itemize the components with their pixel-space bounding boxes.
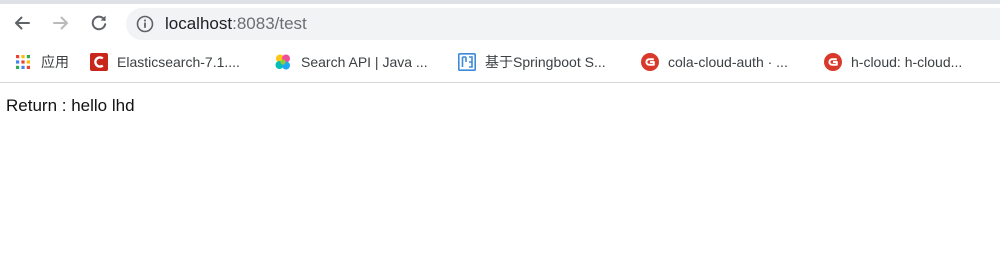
jianshu-icon [458, 53, 476, 71]
address-bar[interactable]: localhost:8083/test [126, 8, 1000, 40]
bookmark-springboot[interactable]: 基于Springboot S... [458, 52, 606, 72]
url-host: localhost [165, 14, 233, 33]
arrow-right-icon [53, 16, 68, 30]
bookmark-label: Elasticsearch-7.1.... [117, 54, 240, 70]
bookmark-search-api[interactable]: Search API | Java ... [274, 52, 428, 72]
bookmark-label: 基于Springboot S... [485, 54, 606, 70]
bookmark-cola-cloud-auth[interactable]: cola-cloud-auth · ... [641, 52, 788, 72]
bookmark-apps[interactable]: 应用 [14, 52, 69, 72]
url-path: :8083/test [232, 14, 307, 33]
bookmark-label: 应用 [41, 54, 69, 70]
reload-button[interactable] [84, 8, 114, 38]
back-button[interactable] [7, 8, 37, 38]
elastic-icon [274, 53, 292, 71]
csdn-icon [90, 53, 108, 71]
browser-toolbar: localhost:8083/test [0, 4, 1000, 42]
gitee-icon [824, 53, 842, 71]
bookmark-label: cola-cloud-auth · ... [668, 54, 788, 70]
apps-grid-icon [14, 53, 32, 71]
bookmark-h-cloud[interactable]: h-cloud: h-cloud... [824, 52, 962, 72]
forward-button[interactable] [46, 8, 76, 38]
page-body-text: Return : hello lhd [6, 96, 135, 115]
info-icon[interactable] [136, 15, 154, 33]
reload-icon [91, 15, 107, 31]
bookmark-label: h-cloud: h-cloud... [851, 54, 963, 70]
toolbar-divider [0, 82, 1000, 83]
bookmark-label: Search API | Java ... [301, 54, 428, 70]
gitee-icon [641, 53, 659, 71]
bookmarks-bar: 应用 Elasticsearch-7.1.... Search API | Ja… [0, 46, 1000, 78]
arrow-left-icon [15, 16, 30, 30]
bookmark-elasticsearch[interactable]: Elasticsearch-7.1.... [90, 52, 240, 72]
url-text[interactable]: localhost:8083/test [165, 15, 307, 33]
